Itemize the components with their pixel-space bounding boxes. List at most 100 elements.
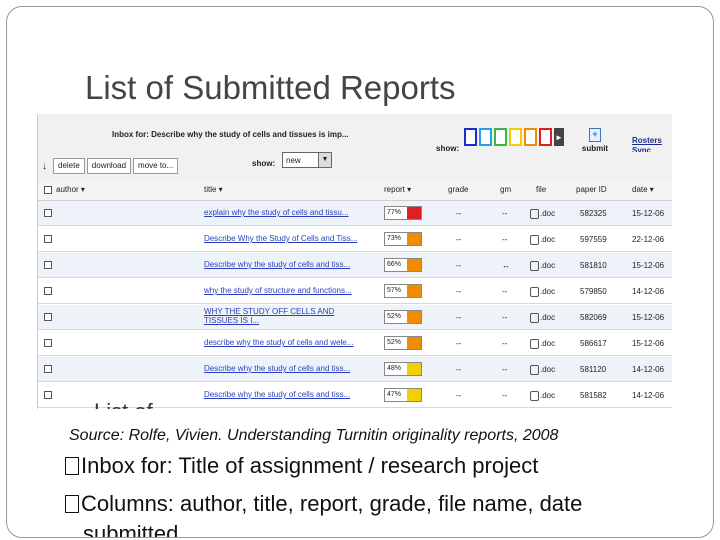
paper-title-link[interactable]: Describe why the study of cells and tiss…: [204, 260, 362, 269]
paper-title-link[interactable]: why the study of structure and functions…: [204, 286, 362, 295]
bullet-icon: [65, 457, 79, 475]
select-all-checkbox[interactable]: [44, 186, 52, 194]
download-button[interactable]: download: [86, 158, 132, 174]
bullet-icon: [65, 495, 79, 513]
report-percentage[interactable]: 66%: [384, 258, 422, 272]
report-percentage[interactable]: 73%: [384, 232, 422, 246]
filter-swatch-blue[interactable]: [464, 128, 477, 146]
row-checkbox[interactable]: [44, 209, 52, 217]
report-percentage[interactable]: 47%: [384, 388, 422, 402]
paper-title-link[interactable]: Describe why the study of cells and tiss…: [204, 364, 362, 373]
show-filter-value: new: [286, 156, 301, 165]
col-title[interactable]: title ▾: [204, 185, 223, 194]
filter-arrow-button[interactable]: ►: [554, 128, 564, 146]
grade-value[interactable]: --: [456, 339, 461, 348]
paper-id-value: 579850: [580, 287, 607, 296]
file-download[interactable]: .doc: [530, 365, 555, 375]
table-row[interactable]: Describe why the study of cells and tiss…: [38, 253, 672, 278]
select-arrow-icon: ↓: [42, 160, 47, 172]
paper-title-link[interactable]: Describe Why the Study of Cells and Tiss…: [204, 234, 362, 243]
paper-title-link[interactable]: describe why the study of cells and wele…: [204, 338, 362, 347]
gm-value[interactable]: --: [502, 235, 507, 244]
table-row[interactable]: Describe why the study of cells and tiss…: [38, 357, 672, 382]
filter-swatch-yellow[interactable]: [509, 128, 522, 146]
row-checkbox[interactable]: [44, 391, 52, 399]
file-download[interactable]: .doc: [530, 339, 555, 349]
document-icon: [530, 365, 539, 375]
file-ext: .doc: [540, 261, 556, 271]
document-icon: [530, 209, 539, 219]
row-checkbox[interactable]: [44, 313, 52, 321]
inbox-for-label: Inbox for:: [112, 130, 149, 139]
date-value: 15-12-06: [632, 339, 665, 348]
delete-button[interactable]: delete: [53, 158, 85, 174]
table-row[interactable]: Describe Why the Study of Cells and Tiss…: [38, 227, 672, 252]
row-checkbox[interactable]: [44, 339, 52, 347]
report-color-fill: [407, 363, 421, 375]
file-ext: .doc: [540, 235, 556, 245]
grade-value[interactable]: --: [456, 391, 461, 400]
col-grade: grade: [448, 185, 469, 194]
row-checkbox[interactable]: [44, 235, 52, 243]
file-download[interactable]: .doc: [530, 209, 555, 219]
report-percentage[interactable]: 52%: [384, 336, 422, 350]
table-row[interactable]: describe why the study of cells and wele…: [38, 331, 672, 356]
overlay-text: List of: [94, 399, 153, 409]
table-row[interactable]: why the study of structure and functions…: [38, 279, 672, 304]
gm-value[interactable]: ↔: [502, 261, 510, 270]
paper-id-value: 581120: [580, 365, 607, 374]
upload-icon: +: [589, 128, 601, 142]
gm-value[interactable]: --: [502, 209, 507, 218]
report-color-filter: ►: [464, 128, 564, 150]
paper-title-link[interactable]: WHY THE STUDY OFF CELLS AND TISSUES IS I…: [204, 307, 362, 325]
grade-value[interactable]: --: [456, 209, 461, 218]
paper-title-link[interactable]: Describe why the study of cells and tiss…: [204, 390, 362, 399]
col-report[interactable]: report ▾: [384, 185, 411, 194]
gm-value[interactable]: --: [502, 313, 507, 322]
gm-value[interactable]: --: [502, 391, 507, 400]
filter-swatch-orange[interactable]: [524, 128, 537, 146]
grade-value[interactable]: --: [456, 235, 461, 244]
bullet-columns: Columns: author, title, report, grade, f…: [65, 491, 582, 517]
grade-value[interactable]: --: [456, 261, 461, 270]
file-download[interactable]: .doc: [530, 235, 555, 245]
col-date[interactable]: date ▾: [632, 185, 654, 194]
document-icon: [530, 313, 539, 323]
report-percentage[interactable]: 52%: [384, 310, 422, 324]
report-percentage-text: 52%: [387, 313, 402, 320]
row-checkbox[interactable]: [44, 287, 52, 295]
report-percentage-text: 77%: [387, 209, 402, 216]
row-checkbox[interactable]: [44, 365, 52, 373]
move-to-button[interactable]: move to...: [133, 158, 179, 174]
paper-id-value: 581582: [580, 391, 607, 400]
filter-swatch-red[interactable]: [539, 128, 552, 146]
filter-swatch-lightblue[interactable]: [479, 128, 492, 146]
filter-swatch-green[interactable]: [494, 128, 507, 146]
table-row[interactable]: WHY THE STUDY OFF CELLS AND TISSUES IS I…: [38, 305, 672, 330]
report-percentage[interactable]: 57%: [384, 284, 422, 298]
table-row[interactable]: explain why the study of cells and tissu…: [38, 201, 672, 226]
report-percentage-text: 57%: [387, 287, 402, 294]
report-percentage[interactable]: 48%: [384, 362, 422, 376]
date-value: 14-12-06: [632, 365, 665, 374]
gm-value[interactable]: --: [502, 287, 507, 296]
file-download[interactable]: .doc: [530, 391, 555, 401]
grade-value[interactable]: --: [456, 313, 461, 322]
file-download[interactable]: .doc: [530, 287, 555, 297]
row-checkbox[interactable]: [44, 261, 52, 269]
grade-value[interactable]: --: [456, 365, 461, 374]
grade-value[interactable]: --: [456, 287, 461, 296]
file-ext: .doc: [540, 287, 556, 297]
file-ext: .doc: [540, 391, 556, 401]
col-author[interactable]: author ▾: [56, 185, 85, 194]
date-value: 14-12-06: [632, 391, 665, 400]
report-percentage[interactable]: 77%: [384, 206, 422, 220]
gm-value[interactable]: --: [502, 365, 507, 374]
show-filter-select[interactable]: new ▼: [282, 152, 332, 168]
file-download[interactable]: .doc: [530, 261, 555, 271]
inbox-assignment-title: Describe why the study of cells and tiss…: [151, 130, 349, 139]
file-download[interactable]: .doc: [530, 313, 555, 323]
paper-title-link[interactable]: explain why the study of cells and tissu…: [204, 208, 362, 217]
date-value: 14-12-06: [632, 287, 665, 296]
gm-value[interactable]: --: [502, 339, 507, 348]
